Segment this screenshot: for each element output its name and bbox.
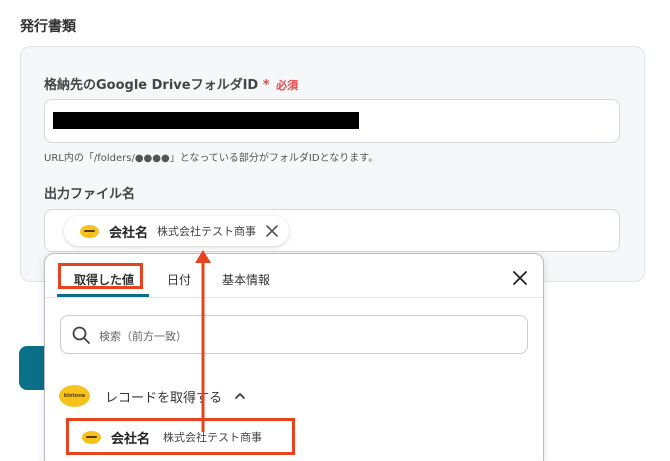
folder-id-label: 格納先のGoogle DriveフォルダID * 必須 bbox=[44, 74, 298, 93]
annotation-arrow bbox=[195, 250, 211, 432]
required-mark: * bbox=[262, 78, 270, 93]
search-input[interactable]: 検索（前方一致） bbox=[60, 315, 528, 354]
chip-name: 会社名 bbox=[109, 225, 149, 241]
kintone-icon bbox=[80, 224, 99, 238]
tab-divider bbox=[45, 297, 543, 298]
redacted-value bbox=[53, 112, 359, 129]
tab-date[interactable]: 日付 bbox=[167, 271, 191, 288]
folder-id-help: URL内の「/folders/●●●●」となっている部分がフォルダIDとなります… bbox=[44, 153, 379, 164]
kintone-logo: kintone bbox=[59, 385, 90, 407]
chevron-up-icon bbox=[235, 393, 245, 399]
folder-id-label-text: 格納先のGoogle DriveフォルダID bbox=[44, 78, 259, 93]
folder-id-input[interactable] bbox=[44, 99, 620, 143]
chip-close-icon[interactable] bbox=[265, 224, 279, 238]
section-title: 発行書類 bbox=[20, 19, 76, 35]
annotation-highlight-item bbox=[66, 418, 295, 455]
search-placeholder: 検索（前方一致） bbox=[99, 330, 187, 343]
required-text: 必須 bbox=[276, 79, 299, 92]
annotation-highlight-tab bbox=[58, 263, 143, 289]
filename-label: 出力ファイル名 bbox=[44, 187, 136, 202]
tab-basic-info[interactable]: 基本情報 bbox=[222, 271, 270, 288]
company-chip[interactable]: 会社名 株式会社テスト商事 bbox=[64, 216, 290, 246]
close-icon[interactable] bbox=[511, 269, 529, 287]
search-icon bbox=[72, 326, 90, 344]
kintone-logo-text: kintone bbox=[63, 393, 86, 399]
chip-value: 株式会社テスト商事 bbox=[157, 225, 257, 238]
filename-input[interactable]: 会社名 株式会社テスト商事 bbox=[44, 209, 620, 252]
